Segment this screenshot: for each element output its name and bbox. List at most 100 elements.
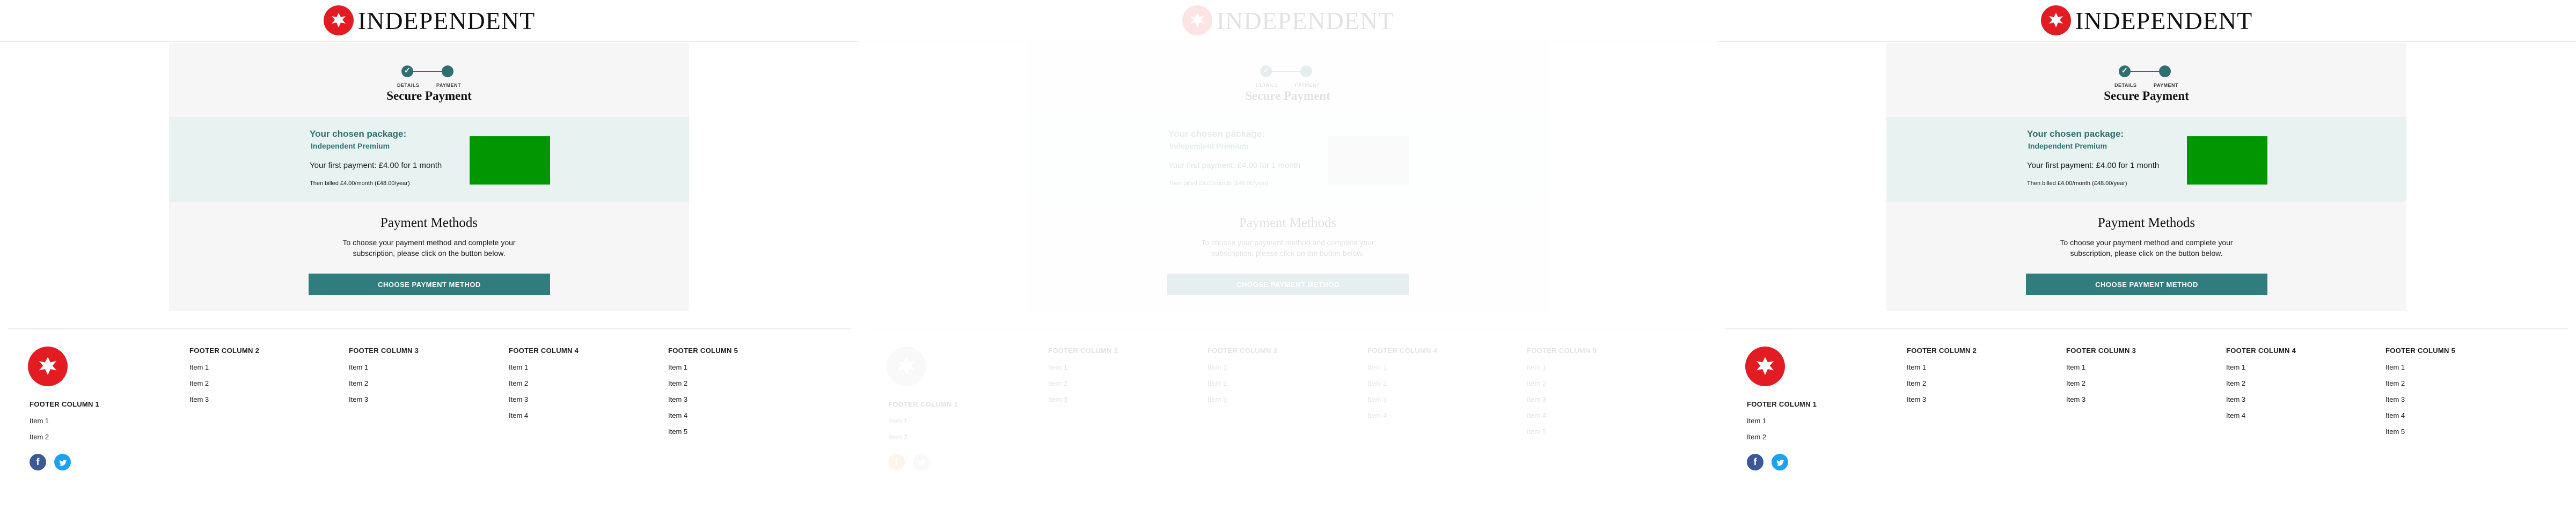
footer-column-1-title: FOOTER COLUMN 1 <box>30 400 100 408</box>
package-summary: Your chosen package: Independent Premium… <box>1886 117 2406 202</box>
screenshot-frames: INDEPENDENT DETAILS PAYMENT Secure Payme… <box>0 0 2576 508</box>
footer-divider <box>8 328 851 329</box>
package-summary: Your chosen package: Independent Premium… <box>169 117 689 202</box>
choose-payment-method-button[interactable]: CHOOSE PAYMENT METHOD <box>309 274 550 295</box>
footer-column-5-item[interactable]: Item 3 <box>668 395 687 403</box>
secure-payment-title: Secure Payment <box>2104 89 2189 102</box>
footer-column-5-item[interactable]: Item 2 <box>2385 379 2405 387</box>
independent-logo[interactable]: INDEPENDENT <box>2040 5 2253 35</box>
footer-column-4-item[interactable]: Item 2 <box>509 379 528 387</box>
footer-column-3-item[interactable]: Item 3 <box>349 395 368 403</box>
footer-column-3-item[interactable]: Item 1 <box>2066 363 2085 371</box>
footer-column-2-item[interactable]: Item 2 <box>1907 379 1926 387</box>
facebook-icon[interactable]: f <box>30 454 46 470</box>
independent-logo[interactable]: INDEPENDENT <box>323 5 536 35</box>
footer-column-1-title: FOOTER COLUMN 1 <box>1747 400 1817 408</box>
footer-column-3-item[interactable]: Item 2 <box>349 379 368 387</box>
footer-column-5-title: FOOTER COLUMN 5 <box>2385 347 2456 355</box>
footer-column-2-item[interactable]: Item 3 <box>1907 395 1926 403</box>
description-line-1: To choose your payment method and comple… <box>2060 238 2233 247</box>
secure-payment-title: Secure Payment <box>386 89 472 102</box>
logo-wordmark: INDEPENDENT <box>357 6 536 34</box>
footer-column-2-item[interactable]: Item 1 <box>189 363 209 371</box>
footer-column-5-title: FOOTER COLUMN 5 <box>668 347 738 355</box>
footer-column-1-item[interactable]: Item 2 <box>1747 433 1766 441</box>
step-details-label: DETAILS <box>2114 83 2137 88</box>
footer-column-5-item[interactable]: Item 4 <box>2385 411 2405 419</box>
frame-loading: INDEPENDENT DETAILS PAYMENT Secure Payme… <box>859 0 1717 508</box>
footer-column-2-item[interactable]: Item 2 <box>189 379 209 387</box>
footer-column-4-title: FOOTER COLUMN 4 <box>2226 347 2296 355</box>
footer-column-1-item[interactable]: Item 2 <box>30 433 49 441</box>
checkout-stepper: DETAILS PAYMENT <box>1886 54 2406 88</box>
step-details-label: DETAILS <box>397 83 420 88</box>
package-image <box>2187 136 2267 185</box>
footer-column-4-item[interactable]: Item 3 <box>2226 395 2245 403</box>
payment-methods-title: Payment Methods <box>2097 216 2196 230</box>
step-payment-label: PAYMENT <box>2154 83 2179 88</box>
payment-methods-description: To choose your payment method and comple… <box>1886 237 2406 259</box>
footer-column-2-item[interactable]: Item 3 <box>189 395 209 403</box>
footer-column-5-item[interactable]: Item 3 <box>2385 395 2405 403</box>
footer-column-5-item[interactable]: Item 1 <box>668 363 687 371</box>
loading-overlay <box>859 0 1717 508</box>
footer-column-2-title: FOOTER COLUMN 2 <box>189 347 260 355</box>
footer-column-5-item[interactable]: Item 1 <box>2385 363 2405 371</box>
footer-divider <box>1725 328 2568 329</box>
payment-methods-description: To choose your payment method and comple… <box>169 237 689 259</box>
package-heading: Your chosen package: <box>2027 129 2124 139</box>
payment-methods-title: Payment Methods <box>380 216 478 230</box>
footer-column-4-item[interactable]: Item 4 <box>2226 411 2245 419</box>
checkout-panel: DETAILS PAYMENT Secure Payment Your chos… <box>1886 43 2406 311</box>
footer-column-4-item[interactable]: Item 3 <box>509 395 528 403</box>
footer-column-5-item[interactable]: Item 5 <box>2385 428 2405 436</box>
footer-column-1-item[interactable]: Item 1 <box>30 417 49 425</box>
site-header: INDEPENDENT <box>1717 0 2576 42</box>
choose-payment-method-button[interactable]: CHOOSE PAYMENT METHOD <box>2026 274 2267 295</box>
package-name: Independent Premium <box>2028 142 2107 150</box>
footer-eagle-icon[interactable] <box>1745 347 1785 386</box>
package-image <box>470 136 550 185</box>
first-payment-text: Your first payment: £4.00 for 1 month <box>2027 161 2160 170</box>
first-payment-text: Your first payment: £4.00 for 1 month <box>310 161 442 170</box>
footer-column-2-title: FOOTER COLUMN 2 <box>1907 347 1977 355</box>
footer-column-3-title: FOOTER COLUMN 3 <box>2066 347 2136 355</box>
frame-loaded-1: INDEPENDENT DETAILS PAYMENT Secure Payme… <box>0 0 859 508</box>
billing-terms-text: Then billed £4.00/month (£48.00/year) <box>2027 180 2127 187</box>
footer-column-1-item[interactable]: Item 1 <box>1747 417 1766 425</box>
checkout-panel: DETAILS PAYMENT Secure Payment Your chos… <box>169 43 689 311</box>
footer-column-4-item[interactable]: Item 1 <box>2226 363 2245 371</box>
footer-column-3-item[interactable]: Item 3 <box>2066 395 2085 403</box>
logo-wordmark: INDEPENDENT <box>2075 6 2253 34</box>
footer-column-5-item[interactable]: Item 2 <box>668 379 687 387</box>
description-line-2: subscription, please click on the button… <box>353 249 506 257</box>
step-connector <box>407 71 442 72</box>
footer-column-4-item[interactable]: Item 4 <box>509 411 528 419</box>
footer-column-4-item[interactable]: Item 2 <box>2226 379 2245 387</box>
eagle-icon <box>2040 5 2071 35</box>
footer-column-3-item[interactable]: Item 2 <box>2066 379 2085 387</box>
footer-column-4-item[interactable]: Item 1 <box>509 363 528 371</box>
description-line-1: To choose your payment method and comple… <box>342 238 516 247</box>
billing-terms-text: Then billed £4.00/month (£48.00/year) <box>310 180 410 187</box>
step-payment-dot <box>442 65 453 77</box>
description-line-2: subscription, please click on the button… <box>2070 249 2223 257</box>
eagle-icon <box>323 5 354 35</box>
frame-loaded-2: INDEPENDENT DETAILS PAYMENT Secure Payme… <box>1717 0 2576 508</box>
checkout-stepper: DETAILS PAYMENT <box>169 54 689 88</box>
footer-eagle-icon[interactable] <box>28 347 68 386</box>
site-header: INDEPENDENT <box>0 0 859 42</box>
footer-column-5-item[interactable]: Item 4 <box>668 411 687 419</box>
step-payment-dot <box>2159 65 2171 77</box>
footer-column-4-title: FOOTER COLUMN 4 <box>509 347 579 355</box>
footer-column-3-title: FOOTER COLUMN 3 <box>349 347 419 355</box>
package-heading: Your chosen package: <box>310 129 407 139</box>
twitter-icon[interactable] <box>54 454 71 470</box>
package-name: Independent Premium <box>311 142 390 150</box>
facebook-icon[interactable]: f <box>1747 454 1763 470</box>
footer-column-5-item[interactable]: Item 5 <box>668 428 687 436</box>
footer-column-2-item[interactable]: Item 1 <box>1907 363 1926 371</box>
step-payment-label: PAYMENT <box>436 83 462 88</box>
footer-column-3-item[interactable]: Item 1 <box>349 363 368 371</box>
twitter-icon[interactable] <box>1772 454 1788 470</box>
